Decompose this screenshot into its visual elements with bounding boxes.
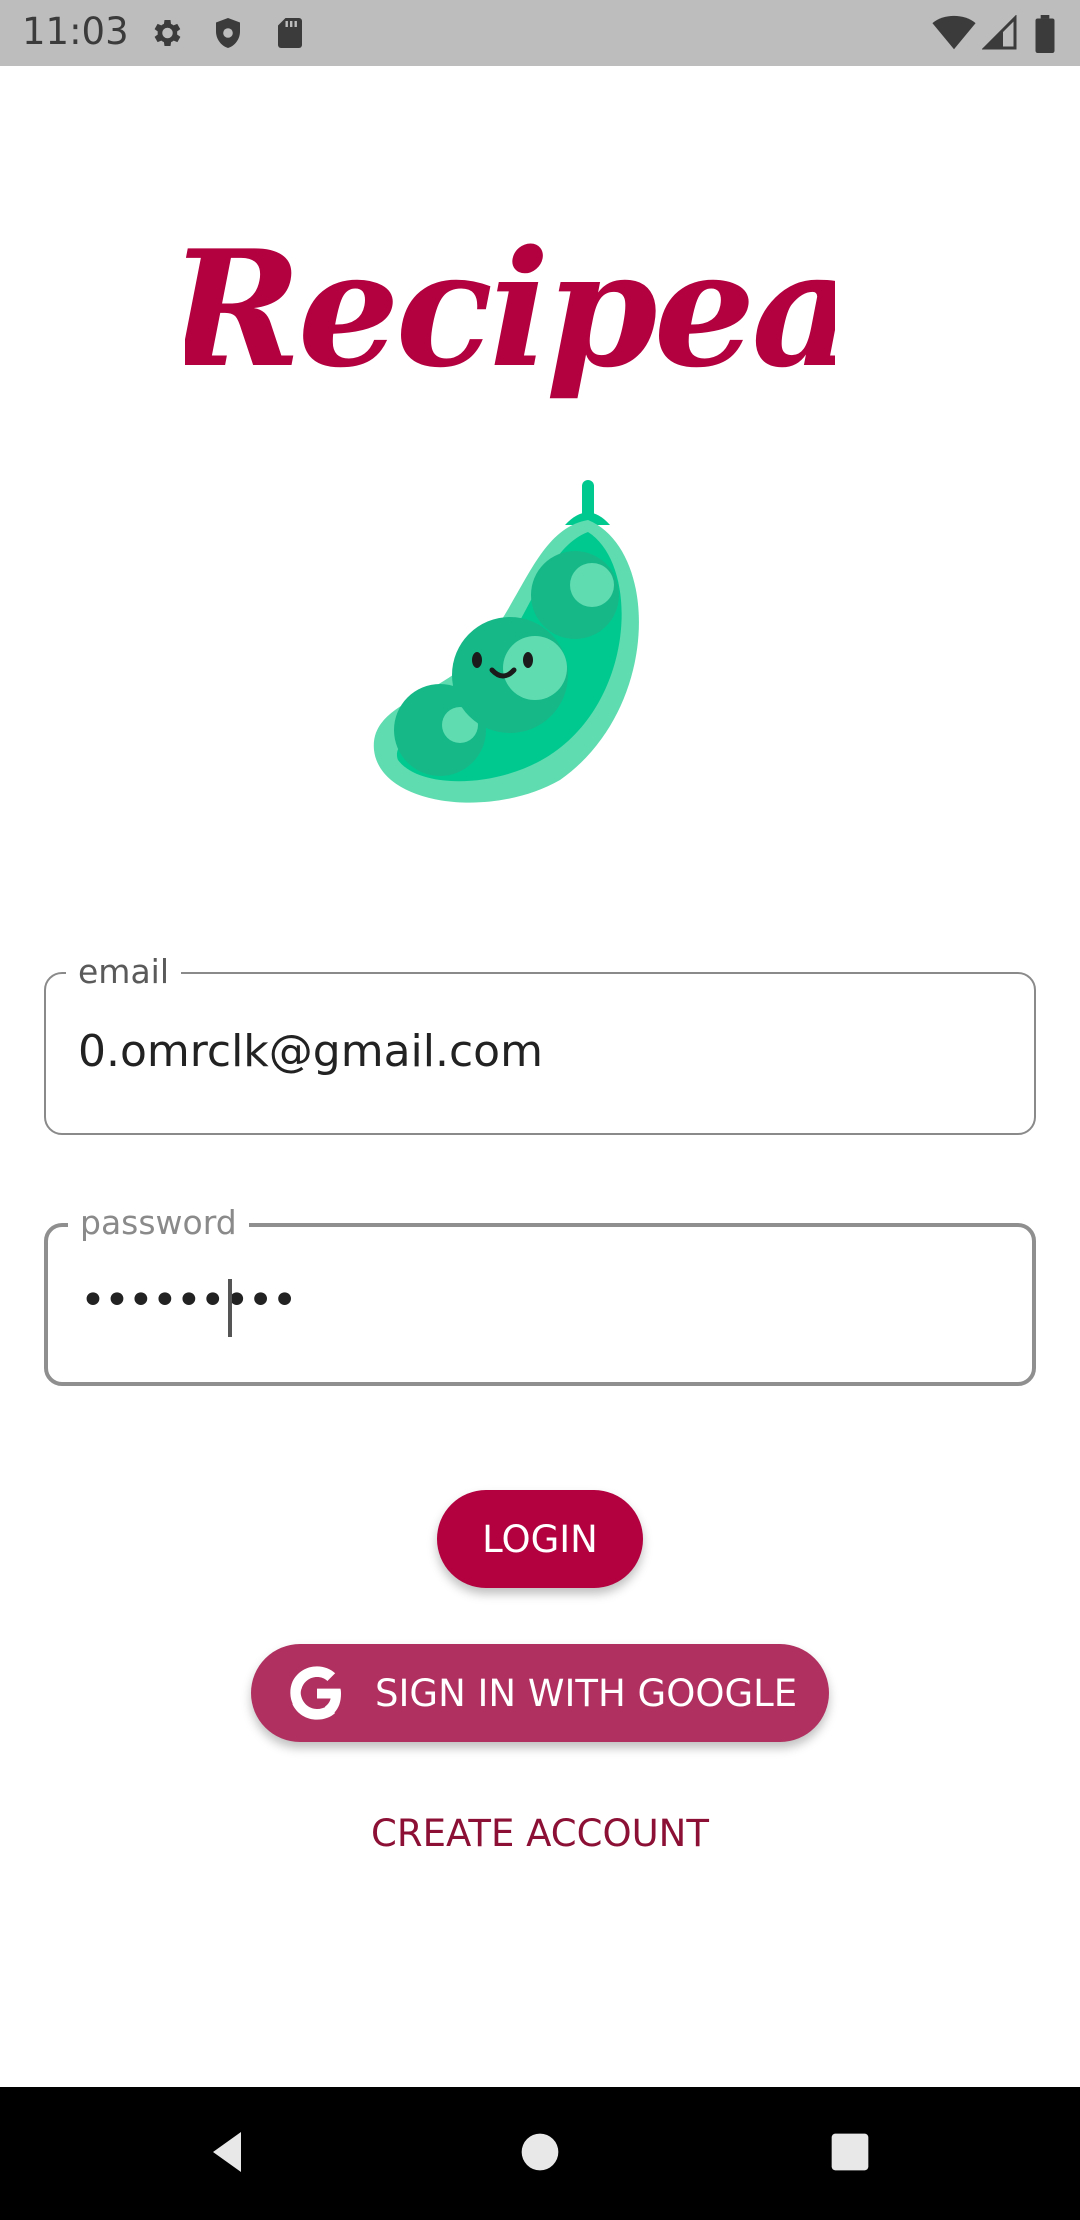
- gear-icon: [154, 19, 181, 47]
- logo-wordmark: Recipea: [185, 215, 835, 403]
- system-nav-bar: [0, 2087, 1080, 2220]
- email-value: 0.omrclk@gmail.com: [78, 1026, 543, 1077]
- home-icon[interactable]: [518, 2127, 562, 2177]
- google-sign-in-button[interactable]: SIGN IN WITH GOOGLE: [251, 1644, 829, 1742]
- signal-icon: [982, 15, 1017, 50]
- status-bar: 11:03: [0, 0, 1080, 66]
- google-button-label: SIGN IN WITH GOOGLE: [375, 1671, 798, 1715]
- password-field[interactable]: password •••••••••: [44, 1203, 1036, 1386]
- login-button[interactable]: LOGIN: [437, 1490, 643, 1588]
- login-screen: 11:03 Recipea email 0.omrclk@gmail.com p…: [0, 0, 1080, 2220]
- recipea-logo: Recipea: [185, 215, 835, 403]
- wifi-icon: [932, 15, 976, 50]
- back-icon[interactable]: [205, 2127, 253, 2177]
- email-label: email: [66, 952, 182, 992]
- email-field[interactable]: email 0.omrclk@gmail.com: [44, 952, 1036, 1135]
- password-value: •••••••••: [80, 1275, 298, 1326]
- shield-icon: [216, 18, 240, 48]
- login-button-label: LOGIN: [482, 1517, 598, 1561]
- pea-pod-icon: [373, 480, 639, 803]
- status-time: 11:03: [22, 10, 129, 53]
- google-icon: [290, 1666, 341, 1720]
- create-account-link[interactable]: CREATE ACCOUNT: [0, 1812, 1080, 1855]
- recents-icon[interactable]: [828, 2127, 872, 2177]
- sd-card-icon: [278, 18, 302, 48]
- battery-icon: [1035, 15, 1055, 53]
- password-label: password: [68, 1203, 249, 1243]
- text-cursor: [228, 1279, 232, 1337]
